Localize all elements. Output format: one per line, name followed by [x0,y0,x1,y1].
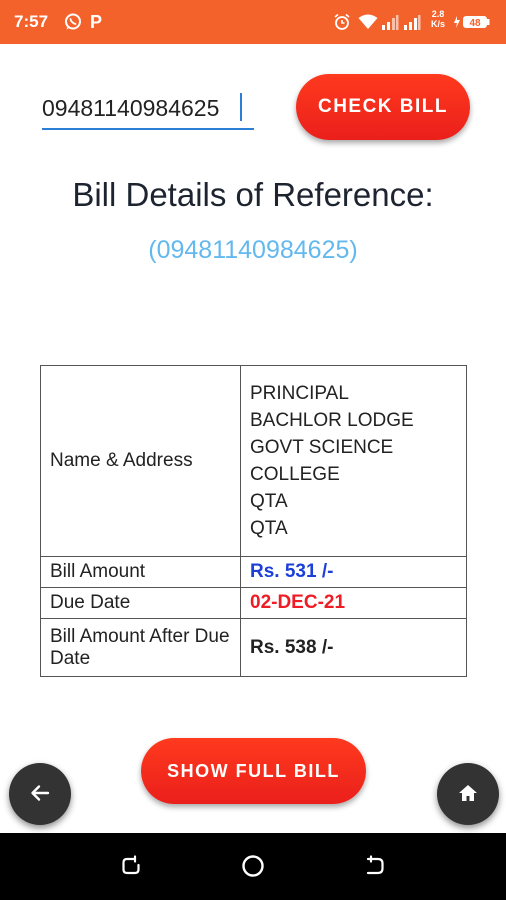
signal-icon-2 [402,12,422,32]
check-bill-button[interactable]: CHECK BILL [296,74,470,140]
table-row-name-address: Name & Address PRINCIPAL BACHLOR LODGE G… [40,365,467,557]
status-bar: 7:57 P 2.8 K/s 48 [0,0,506,44]
address-line: COLLEGE [250,464,340,485]
due-date-label: Due Date [40,587,241,619]
table-row-bill-amount: Bill Amount Rs. 531 /- [40,556,467,588]
address-line: PRINCIPAL [250,383,349,404]
address-line: GOVT SCIENCE [250,437,394,458]
alarm-icon [332,12,352,32]
page-title: Bill Details of Reference: [72,176,434,213]
home-fab-button[interactable] [437,763,499,825]
wifi-icon [357,12,379,32]
address-value: PRINCIPAL BACHLOR LODGE GOVT SCIENCE COL… [240,365,467,557]
home-icon [457,782,479,807]
amount-after-due-value: Rs. 538 /- [240,618,467,677]
network-speed: 2.8 K/s [425,9,451,29]
paytm-icon: P [89,11,102,32]
signal-icon [380,12,400,32]
back-fab-button[interactable] [9,763,71,825]
table-row-amount-after-due: Bill Amount After Due Date Rs. 538 /- [40,618,467,677]
name-address-label: Name & Address [40,365,241,557]
system-navigation-bar [0,833,506,900]
table-row-due-date: Due Date 02-DEC-21 [40,587,467,619]
back-nav-button[interactable] [360,851,390,881]
battery-icon: 48 [453,12,491,32]
status-time: 7:57 [14,12,49,31]
home-circle-icon [242,855,264,877]
bill-details-table: Name & Address PRINCIPAL BACHLOR LODGE G… [40,365,467,677]
amount-after-due-label: Bill Amount After Due Date [40,618,241,677]
recent-apps-icon [122,855,140,875]
whatsapp-icon [63,12,83,32]
bill-amount-value: Rs. 531 /- [240,556,467,588]
battery-level: 48 [469,18,481,29]
back-nav-icon [366,855,384,875]
reference-input[interactable] [42,88,254,130]
address-line: BACHLOR LODGE [250,410,414,431]
show-full-bill-button[interactable]: SHOW FULL BILL [141,738,366,804]
network-speed-unit: K/s [430,19,445,29]
due-date-value: 02-DEC-21 [240,587,467,619]
text-cursor [240,93,242,121]
address-line: QTA [250,518,288,539]
home-nav-button[interactable] [238,851,268,881]
network-speed-value: 2.8 [431,9,445,19]
recent-apps-button[interactable] [116,851,146,881]
address-line: QTA [250,491,288,512]
arrow-left-icon [29,782,51,807]
bill-amount-label: Bill Amount [40,556,241,588]
reference-number-display: (09481140984625) [148,236,358,264]
